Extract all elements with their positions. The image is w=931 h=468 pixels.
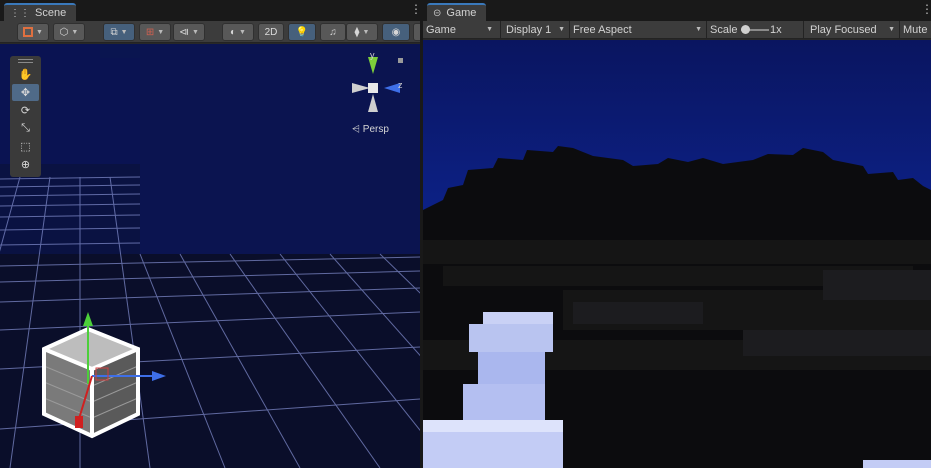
transform-tools-palette: ✋ ✥ ⟳ ⤡ ⬚ ⊕ xyxy=(10,56,41,177)
snap-settings-button[interactable]: ⊞ ▼ xyxy=(139,23,171,41)
shading-mode-button[interactable]: ◐ ▼ xyxy=(222,23,254,41)
chevron-down-icon: ▼ xyxy=(36,28,43,36)
chevron-down-icon: ▼ xyxy=(695,26,702,33)
audio-toggle-button[interactable]: ♫ xyxy=(320,23,346,41)
mute-label: Mute xyxy=(903,24,928,36)
chevron-down-icon: ▼ xyxy=(362,28,370,36)
chevron-down-icon: ▼ xyxy=(157,28,165,36)
sphere-icon: ◐ xyxy=(230,26,237,38)
game-tab-label: Game xyxy=(446,7,477,19)
palette-grip[interactable] xyxy=(18,59,33,63)
eye-icon: ◉ xyxy=(391,26,401,38)
cube-icon: ⬡ xyxy=(59,26,69,38)
tab-game[interactable]: ⊝ Game xyxy=(427,3,487,21)
rect-tool-icon[interactable]: ⬚ xyxy=(12,138,39,155)
game-mode-select[interactable]: Game ▼ xyxy=(423,21,497,39)
mute-toggle[interactable]: Mute xyxy=(900,21,931,39)
2d-label: 2D xyxy=(264,26,278,38)
game-viewport[interactable] xyxy=(423,40,931,468)
orientation-gizmo[interactable] xyxy=(340,52,414,132)
axis-z-label: z xyxy=(398,80,403,90)
persp-text: Persp xyxy=(362,124,389,135)
scene-toolbar: ▼ ⬡ ▼ ⧉ ▼ ⊞ ▼ ⧏ ▼ ◐ ▼ 2D 💡 ♫ ⧫ ▼ ◉ xyxy=(0,21,420,43)
grid-snap-icon: ⧉ xyxy=(110,26,118,38)
increment-snap-button[interactable]: ⧏ ▼ xyxy=(173,23,205,41)
scene-tab-label: Scene xyxy=(35,7,67,19)
effects-toggle-button[interactable]: ⧫ ▼ xyxy=(346,23,378,41)
lightbulb-icon: 💡 xyxy=(295,26,309,38)
game-mode-value: Game xyxy=(426,24,456,36)
gizmos-button[interactable] xyxy=(413,23,420,41)
display-value: Display 1 xyxy=(506,24,552,36)
scale-tool-icon[interactable]: ⤡ xyxy=(12,120,39,137)
chevron-down-icon: ▼ xyxy=(120,28,128,36)
toolbar-divider xyxy=(500,21,501,39)
scene-more-options-icon[interactable]: ⋮ xyxy=(410,3,420,15)
tab-scene[interactable]: ⋮⋮ Scene xyxy=(4,3,77,21)
toolbar-divider xyxy=(803,21,804,39)
render-mode-button[interactable]: ⬡ ▼ xyxy=(53,23,85,41)
audio-icon: ♫ xyxy=(329,26,337,38)
lighting-toggle-button[interactable]: 💡 xyxy=(288,23,316,41)
projection-label[interactable]: ⩤ Persp xyxy=(352,124,389,135)
chevron-down-icon: ▼ xyxy=(71,28,79,36)
scale-slider-knob[interactable] xyxy=(741,25,750,34)
chevron-down-icon: ▼ xyxy=(558,26,565,33)
persp-arrow-icon: ⩤ xyxy=(352,124,360,135)
game-toolbar: Game ▼ Display 1 ▼ Free Aspect ▼ Scale 1… xyxy=(423,21,931,39)
chevron-down-icon: ▼ xyxy=(239,28,246,36)
effects-icon: ⧫ xyxy=(354,26,360,38)
increment-snap-icon: ⧏ xyxy=(179,26,190,38)
display-select[interactable]: Display 1 ▼ xyxy=(503,21,569,39)
scene-viewport[interactable]: ✋ ✥ ⟳ ⤡ ⬚ ⊕ y z ⩤ Persp xyxy=(0,44,420,468)
hand-tool-icon[interactable]: ✋ xyxy=(12,66,39,83)
game-panel: ⊝ Game ⋮ Game ▼ Display 1 ▼ Free Aspect … xyxy=(423,0,931,468)
axis-y-label: y xyxy=(370,50,375,60)
visibility-toggle-button[interactable]: ◉ xyxy=(382,23,410,41)
rotate-tool-icon[interactable]: ⟳ xyxy=(12,102,39,119)
grid-snap-button[interactable]: ⧉ ▼ xyxy=(103,23,135,41)
scene-tab-icon: ⋮⋮ xyxy=(10,7,30,19)
game-controller-icon: ⊝ xyxy=(433,7,442,19)
aspect-value: Free Aspect xyxy=(573,24,632,36)
play-mode-select[interactable]: Play Focused ▼ xyxy=(807,21,899,39)
move-tool-icon[interactable]: ✥ xyxy=(12,84,39,101)
play-mode-value: Play Focused xyxy=(810,24,877,36)
aspect-select[interactable]: Free Aspect ▼ xyxy=(570,21,706,39)
game-tab-bar: ⊝ Game ⋮ xyxy=(423,0,931,21)
chevron-down-icon: ▼ xyxy=(192,28,199,36)
draw-mode-icon xyxy=(23,27,34,37)
game-more-options-icon[interactable]: ⋮ xyxy=(921,3,931,15)
scale-value: 1x xyxy=(770,24,782,36)
scene-panel: ⋮⋮ Scene ⋮ ▼ ⬡ ▼ ⧉ ▼ ⊞ ▼ ⧏ ▼ ◐ ▼ 2D 💡 ♫ … xyxy=(0,0,420,468)
snap-icon: ⊞ xyxy=(145,26,155,38)
draw-mode-button[interactable]: ▼ xyxy=(17,23,49,41)
transform-tool-icon[interactable]: ⊕ xyxy=(12,156,39,173)
game-render xyxy=(423,40,931,468)
scene-tab-bar: ⋮⋮ Scene ⋮ xyxy=(0,0,420,21)
2d-toggle-button[interactable]: 2D xyxy=(258,23,284,41)
chevron-down-icon: ▼ xyxy=(888,26,895,33)
chevron-down-icon: ▼ xyxy=(486,26,493,33)
